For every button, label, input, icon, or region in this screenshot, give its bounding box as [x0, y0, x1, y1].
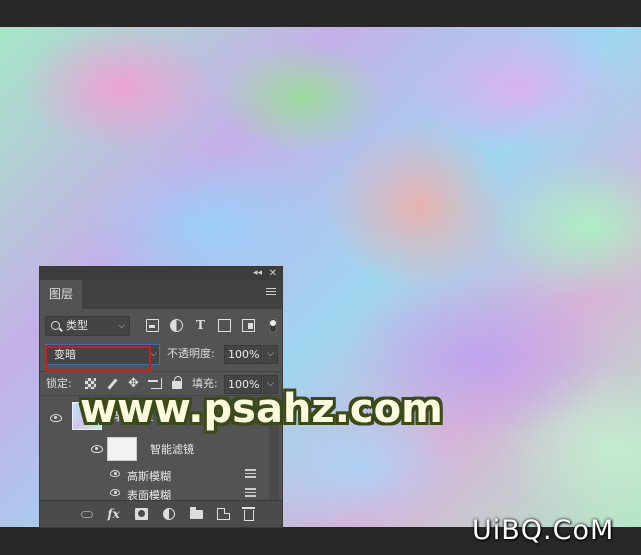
pixel-layer-filter-icon[interactable]: [146, 319, 159, 332]
adjustment-layer-filter-icon[interactable]: [170, 319, 183, 332]
watermark-corner: UiBQ.CoM: [472, 515, 615, 546]
panel-menu-icon[interactable]: [266, 288, 276, 298]
type-layer-filter-icon[interactable]: T: [194, 319, 207, 332]
new-group-folder-icon[interactable]: [190, 507, 203, 519]
smart-filter-mask-thumbnail[interactable]: [107, 437, 137, 461]
visibility-eye-icon[interactable]: [110, 470, 120, 477]
opacity-input[interactable]: 100%: [224, 345, 262, 364]
link-layers-icon[interactable]: [81, 511, 93, 518]
tab-layers[interactable]: 图层: [40, 280, 82, 309]
close-panel-icon[interactable]: ✕: [269, 267, 277, 280]
chevron-down-icon: ⌵: [118, 321, 125, 331]
visibility-eye-icon[interactable]: [110, 489, 120, 496]
add-mask-icon[interactable]: [135, 508, 148, 520]
delete-layer-trash-icon[interactable]: [242, 507, 255, 521]
red-highlight-box: [45, 346, 151, 372]
visibility-eye-icon[interactable]: [50, 414, 62, 422]
filter-kind-select[interactable]: 类型 ⌵: [45, 316, 130, 336]
panel-titlebar: ◂◂ ✕: [40, 267, 282, 280]
filter-blending-options-icon[interactable]: [245, 469, 256, 479]
new-layer-icon[interactable]: [217, 508, 230, 520]
smart-filter-name: 高斯模糊: [127, 470, 171, 483]
filter-kind-label: 类型: [66, 319, 88, 332]
layer-style-fx-icon[interactable]: fx: [107, 508, 120, 520]
layers-panel-footer: fx: [40, 500, 282, 527]
watermark-main: www.psahz.com: [80, 386, 443, 432]
filter-toggle-switch[interactable]: [269, 318, 277, 333]
search-icon: [51, 321, 60, 330]
chevron-down-icon: ⌵: [150, 349, 157, 359]
panel-tab-row: 图层: [40, 280, 282, 309]
opacity-label: 不透明度:: [167, 347, 215, 360]
visibility-eye-icon[interactable]: [91, 445, 103, 453]
smart-filters-label: 智能滤镜: [150, 443, 194, 456]
new-adjustment-layer-icon[interactable]: [163, 508, 175, 520]
opacity-dropdown-icon[interactable]: ⌵: [263, 345, 278, 364]
layer-filter-row: 类型 ⌵ T: [40, 312, 282, 338]
collapse-panel-icon[interactable]: ◂◂: [253, 267, 262, 280]
filter-blending-options-icon[interactable]: [245, 488, 256, 498]
smart-filters-row[interactable]: 智能滤镜: [40, 434, 270, 462]
top-bar: [0, 0, 641, 27]
smart-filter-item[interactable]: 高斯模糊: [40, 465, 270, 484]
lock-label: 锁定:: [46, 377, 72, 390]
smart-object-filter-icon[interactable]: [242, 319, 255, 332]
shape-layer-filter-icon[interactable]: [218, 319, 231, 332]
